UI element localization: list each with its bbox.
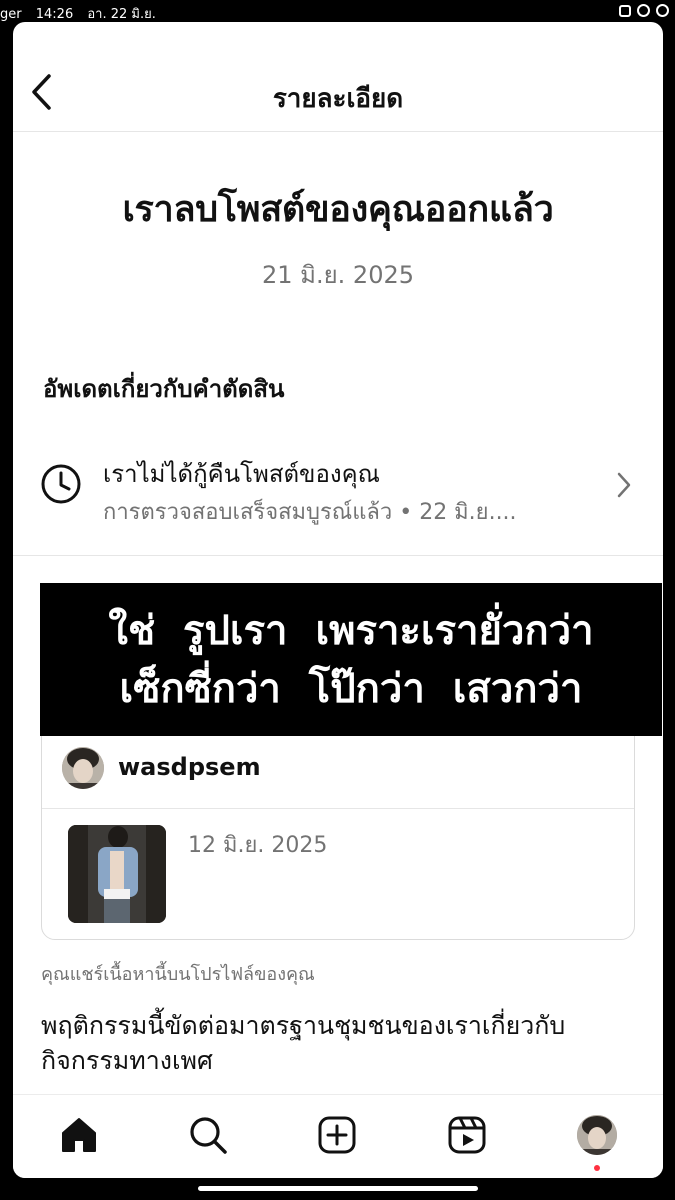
status-date: อา. 22 มิ.ย. bbox=[87, 7, 156, 22]
page-title: รายละเอียด bbox=[272, 84, 404, 114]
home-indicator[interactable] bbox=[198, 1186, 478, 1191]
decision-title: เราไม่ได้กู้คืนโพสต์ของคุณ bbox=[103, 460, 380, 488]
removed-post-card[interactable]: wasdpsem 12 มิ.ย. 2025 bbox=[41, 718, 635, 940]
top-bar: รายละเอียด bbox=[13, 22, 663, 132]
status-app-label: ger bbox=[0, 7, 22, 22]
app-screen: รายละเอียด เราลบโพสต์ของคุณออกแล้ว 21 มิ… bbox=[13, 22, 663, 1178]
caption-overlay: ใช่ รูปเรา เพราะเรายั่วกว่า เซ็กซี่กว่า … bbox=[40, 583, 662, 736]
caption-line-1: ใช่ รูปเรา เพราะเรายั่วกว่า bbox=[108, 607, 594, 654]
removal-date: 21 มิ.ย. 2025 bbox=[261, 261, 414, 289]
nav-profile-avatar[interactable] bbox=[577, 1115, 617, 1155]
nav-create-button[interactable] bbox=[315, 1113, 359, 1157]
post-date: 12 มิ.ย. 2025 bbox=[188, 833, 328, 858]
caption-line-2: เซ็กซี่กว่า โป๊กว่า เสวกว่า bbox=[119, 665, 583, 712]
bottom-nav bbox=[13, 1094, 663, 1178]
nav-home-button[interactable] bbox=[57, 1113, 101, 1157]
decision-section-title: อัพเดตเกี่ยวกับคำตัดสิน bbox=[43, 375, 285, 403]
post-username: wasdpsem bbox=[118, 753, 261, 781]
notification-dot bbox=[594, 1165, 600, 1171]
battery-icon bbox=[656, 4, 669, 17]
link-icon bbox=[619, 4, 631, 17]
shared-note: คุณแชร์เนื้อหานี้บนโปรไฟล์ของคุณ bbox=[41, 964, 315, 985]
search-icon bbox=[190, 1117, 227, 1154]
clock-icon bbox=[41, 464, 81, 504]
location-icon bbox=[637, 4, 650, 17]
decision-subtitle: การตรวจสอบเสร็จสมบูรณ์แล้ว • 22 มิ.ย.... bbox=[103, 500, 517, 525]
avatar bbox=[62, 747, 104, 789]
post-thumbnail bbox=[68, 825, 166, 923]
home-icon bbox=[62, 1118, 96, 1152]
status-bar: ger 14:26 อา. 22 มิ.ย. bbox=[0, 0, 675, 24]
violation-text: พฤติกรรมนี้ขัดต่อมาตรฐานชุมชนของเราเกี่ย… bbox=[41, 1011, 566, 1075]
decision-update-row[interactable]: เราไม่ได้กู้คืนโพสต์ของคุณ การตรวจสอบเสร… bbox=[13, 442, 663, 554]
chevron-right-icon bbox=[617, 472, 631, 498]
create-icon bbox=[318, 1116, 356, 1154]
nav-search-button[interactable] bbox=[186, 1113, 230, 1157]
reels-icon bbox=[448, 1116, 486, 1154]
status-time: 14:26 bbox=[35, 7, 74, 22]
nav-reels-button[interactable] bbox=[445, 1113, 489, 1157]
divider bbox=[13, 555, 663, 556]
removal-headline: เราลบโพสต์ของคุณออกแล้ว bbox=[122, 189, 554, 230]
